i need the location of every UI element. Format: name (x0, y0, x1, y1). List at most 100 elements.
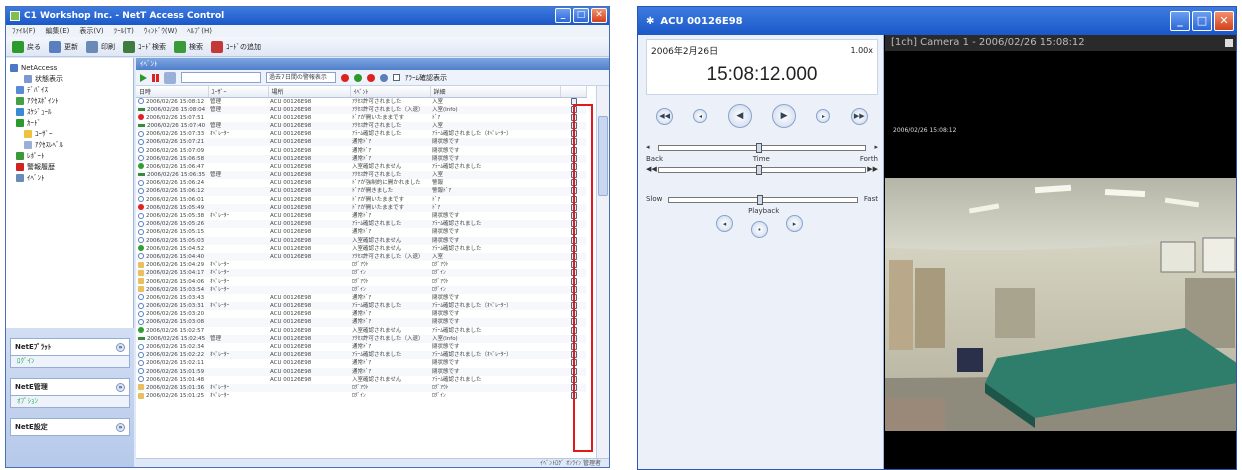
maximize-button[interactable]: □ (1192, 11, 1212, 31)
play-button[interactable]: ▶ (772, 104, 797, 128)
table-row[interactable]: 2006/02/26 15:06:24 ACU 00126E98 ﾄﾞｱが強制的に開… (136, 179, 586, 187)
menu-item[interactable]: ﾂｰﾙ(T) (114, 26, 134, 36)
pause-icon[interactable] (152, 73, 159, 82)
table-row[interactable]: 2006/02/26 15:08:12 管理 ACU 00126E98 ｱｸｾｽ許可さ… (136, 97, 586, 106)
tree-item[interactable]: 状態表示 (10, 73, 129, 84)
toolbar-button[interactable]: 戻る (12, 40, 41, 53)
jump-forward-icon[interactable]: ▶▶ (867, 165, 878, 173)
chevron-icon[interactable]: » (116, 342, 125, 352)
faster-button[interactable]: ▸ (786, 215, 803, 232)
panel-item[interactable]: ｵﾌﾟｼｮﾝ (10, 396, 130, 408)
playback-slider-knob[interactable] (757, 195, 764, 205)
forth-step-icon[interactable]: ▸ (874, 143, 878, 151)
minimize-button[interactable]: _ (1170, 11, 1190, 31)
table-row[interactable]: 2006/02/26 15:02:45 管理 ACU 00126E98 ｱｸｾｽ許可さ… (136, 334, 586, 343)
table-row[interactable]: 2006/02/26 15:04:29 ｵﾍﾟﾚｰﾀｰ ﾛｸﾞｱｳﾄ ﾛｸﾞｱｳﾄ (136, 261, 586, 269)
toolbar-button[interactable]: 印刷 (86, 40, 115, 53)
playback-speed-slider[interactable] (668, 195, 858, 205)
close-button[interactable]: ✕ (591, 8, 607, 23)
toolbar-button[interactable]: ｺｰﾄﾞ検索 (123, 40, 166, 53)
column-header[interactable]: 場所 (268, 86, 351, 98)
step-back-button[interactable]: ◂ (693, 109, 708, 123)
column-header[interactable] (560, 86, 587, 98)
panel-header[interactable]: NetE設定 » (10, 418, 130, 436)
alarm-icon[interactable] (341, 73, 349, 82)
normal-speed-button[interactable]: • (751, 221, 768, 238)
tree-item[interactable]: ｲﾍﾞﾝﾄ (10, 172, 129, 183)
panel-header[interactable]: NetE管理 » (10, 378, 130, 396)
table-row[interactable]: 2006/02/26 15:02:34 ACU 00126E98 通常ﾄﾞｱ 閉状態で… (136, 343, 586, 351)
fast-forward-button[interactable]: ▶▶ (850, 107, 868, 125)
table-row[interactable]: 2006/02/26 15:07:33 ｵﾍﾟﾚｰﾀｰ ACU 00126E98 ｱﾗ… (136, 130, 586, 138)
toolbar-button[interactable]: 検索 (174, 40, 203, 53)
toolbar-button[interactable]: 更新 (49, 40, 78, 53)
alarm-confirm-checkbox[interactable] (393, 74, 400, 81)
table-row[interactable]: 2006/02/26 15:05:15 ACU 00126E98 通常ﾄﾞｱ 閉状態で… (136, 228, 586, 236)
table-row[interactable]: 2006/02/26 15:06:01 ACU 00126E98 ﾄﾞｱが開いたまま… (136, 195, 586, 204)
table-row[interactable]: 2006/02/26 15:07:51 ACU 00126E98 ﾄﾞｱが開いたまま… (136, 113, 586, 122)
table-row[interactable]: 2006/02/26 15:02:22 ｵﾍﾟﾚｰﾀｰ ACU 00126E98 ｱﾗ… (136, 351, 586, 360)
slower-button[interactable]: ◂ (716, 215, 733, 232)
menu-item[interactable]: ｳｨﾝﾄﾞｳ(W) (144, 26, 177, 36)
stop-icon[interactable] (1225, 39, 1233, 47)
table-row[interactable]: 2006/02/26 15:01:25 ｵﾍﾟﾚｰﾀｰ ﾛｸﾞｲﾝ ﾛｸﾞｲﾝ (136, 392, 586, 400)
table-row[interactable]: 2006/02/26 15:01:36 ｵﾍﾟﾚｰﾀｰ ﾛｸﾞｱｳﾄ ﾛｸﾞｱｳﾄ (136, 383, 586, 393)
table-row[interactable]: 2006/02/26 15:04:40 ACU 00126E98 ｱｸｾｽ許可されま… (136, 252, 586, 262)
tree-item[interactable]: ｽｹｼﾞｭｰﾙ (10, 106, 129, 117)
vertical-scrollbar[interactable] (596, 86, 609, 467)
search-input[interactable] (181, 72, 261, 83)
maximize-button[interactable]: □ (573, 8, 589, 23)
table-row[interactable]: 2006/02/26 15:07:21 ACU 00126E98 通常ﾄﾞｱ 閉状態で… (136, 138, 586, 147)
menu-item[interactable]: 表示(V) (79, 26, 103, 36)
panel-header[interactable]: NetEﾌﾟﾗｯﾄ » (10, 338, 130, 356)
column-header[interactable]: ﾕｰｻﾞｰ (208, 86, 269, 98)
table-row[interactable]: 2006/02/26 15:07:09 ACU 00126E98 通常ﾄﾞｱ 閉状態で… (136, 146, 586, 154)
table-row[interactable]: 2006/02/26 15:08:04 管理 ACU 00126E98 ｱｸｾｽ許可さ… (136, 105, 586, 114)
table-row[interactable]: 2006/02/26 15:06:47 ACU 00126E98 入室確認されません… (136, 162, 586, 171)
table-row[interactable]: 2006/02/26 15:05:03 ACU 00126E98 入室確認されません… (136, 236, 586, 245)
table-row[interactable]: 2006/02/26 15:04:52 ACU 00126E98 入室確認されません… (136, 244, 586, 253)
tree-item[interactable]: ﾕｰｻﾞｰ (10, 128, 129, 139)
table-row[interactable]: 2006/02/26 15:04:06 ｵﾍﾟﾚｰﾀｰ ﾛｸﾞｱｳﾄ ﾛｸﾞｱｳﾄ (136, 277, 586, 285)
column-header[interactable]: ｲﾍﾞﾝﾄ (350, 86, 431, 98)
video-viewer[interactable]: [1ch] Camera 1 - 2006/02/26 15:08:12 200… (885, 35, 1236, 469)
menu-item[interactable]: ﾌｧｲﾙ(F) (12, 26, 36, 36)
jump-slider[interactable] (658, 165, 866, 175)
menu-item[interactable]: ﾍﾙﾌﾟ(H) (187, 26, 212, 36)
stop-icon[interactable] (367, 73, 375, 82)
play-reverse-button[interactable]: ◀ (727, 104, 752, 128)
table-row[interactable]: 2006/02/26 15:03:43 ACU 00126E98 通常ﾄﾞｱ 閉状態で… (136, 293, 586, 302)
table-row[interactable]: 2006/02/26 15:06:12 ACU 00126E98 ﾄﾞｱが開きました… (136, 187, 586, 196)
filter-dropdown[interactable]: 過去7日間の警報表示 (266, 72, 336, 83)
tree-item[interactable]: ｱｸｾｽﾎﾟｲﾝﾄ (10, 95, 129, 106)
jump-slider-knob[interactable] (755, 165, 762, 175)
tree-item[interactable]: ﾚﾎﾟｰﾄ (10, 150, 129, 161)
table-row[interactable]: 2006/02/26 15:05:38 ｵﾍﾟﾚｰﾀｰ ACU 00126E98 通常… (136, 212, 586, 220)
menu-item[interactable]: 編集(E) (46, 26, 70, 36)
chevron-icon[interactable]: » (116, 382, 125, 392)
play-icon[interactable] (140, 73, 147, 82)
step-forward-button[interactable]: ▸ (816, 109, 831, 123)
panel-item[interactable]: ﾛｸﾞｲﾝ (10, 356, 130, 368)
tree-item[interactable]: ｶｰﾄﾞ (10, 117, 129, 128)
table-row[interactable]: 2006/02/26 15:02:11 ACU 00126E98 通常ﾄﾞｱ 閉状態で… (136, 359, 586, 367)
tree-item[interactable]: ｱｸｾｽﾚﾍﾞﾙ (10, 139, 129, 150)
table-row[interactable]: 2006/02/26 15:02:57 ACU 00126E98 入室確認されません… (136, 326, 586, 335)
column-header[interactable]: 日時 (136, 86, 209, 98)
tree-item[interactable]: ﾃﾞﾊﾞｲｽ (10, 84, 129, 95)
tree-item[interactable]: 警報履歴 (10, 161, 129, 172)
table-row[interactable]: 2006/02/26 15:06:58 ACU 00126E98 通常ﾄﾞｱ 閉状態で… (136, 154, 586, 163)
search-icon[interactable] (164, 71, 176, 84)
back-step-icon[interactable]: ◂ (646, 143, 650, 151)
minimize-button[interactable]: _ (555, 8, 571, 23)
table-row[interactable]: 2006/02/26 15:03:54 ｵﾍﾟﾚｰﾀｰ ﾛｸﾞｲﾝ ﾛｸﾞｲﾝ (136, 285, 586, 294)
scroll-thumb[interactable] (598, 116, 608, 196)
fast-rewind-button[interactable]: ◀◀ (656, 107, 674, 125)
column-header[interactable]: 詳細 (430, 86, 561, 98)
jump-back-icon[interactable]: ◀◀ (646, 165, 657, 173)
table-row[interactable]: 2006/02/26 15:01:48 ACU 00126E98 入室確認されません… (136, 375, 586, 384)
forward-icon[interactable] (354, 73, 362, 82)
table-row[interactable]: 2006/02/26 15:03:08 ACU 00126E98 通常ﾄﾞｱ 閉状態で… (136, 318, 586, 327)
table-row[interactable]: 2006/02/26 15:07:40 管理 ACU 00126E98 ｱｸｾｽ許可さ… (136, 121, 586, 131)
time-slider-knob[interactable] (755, 143, 762, 153)
